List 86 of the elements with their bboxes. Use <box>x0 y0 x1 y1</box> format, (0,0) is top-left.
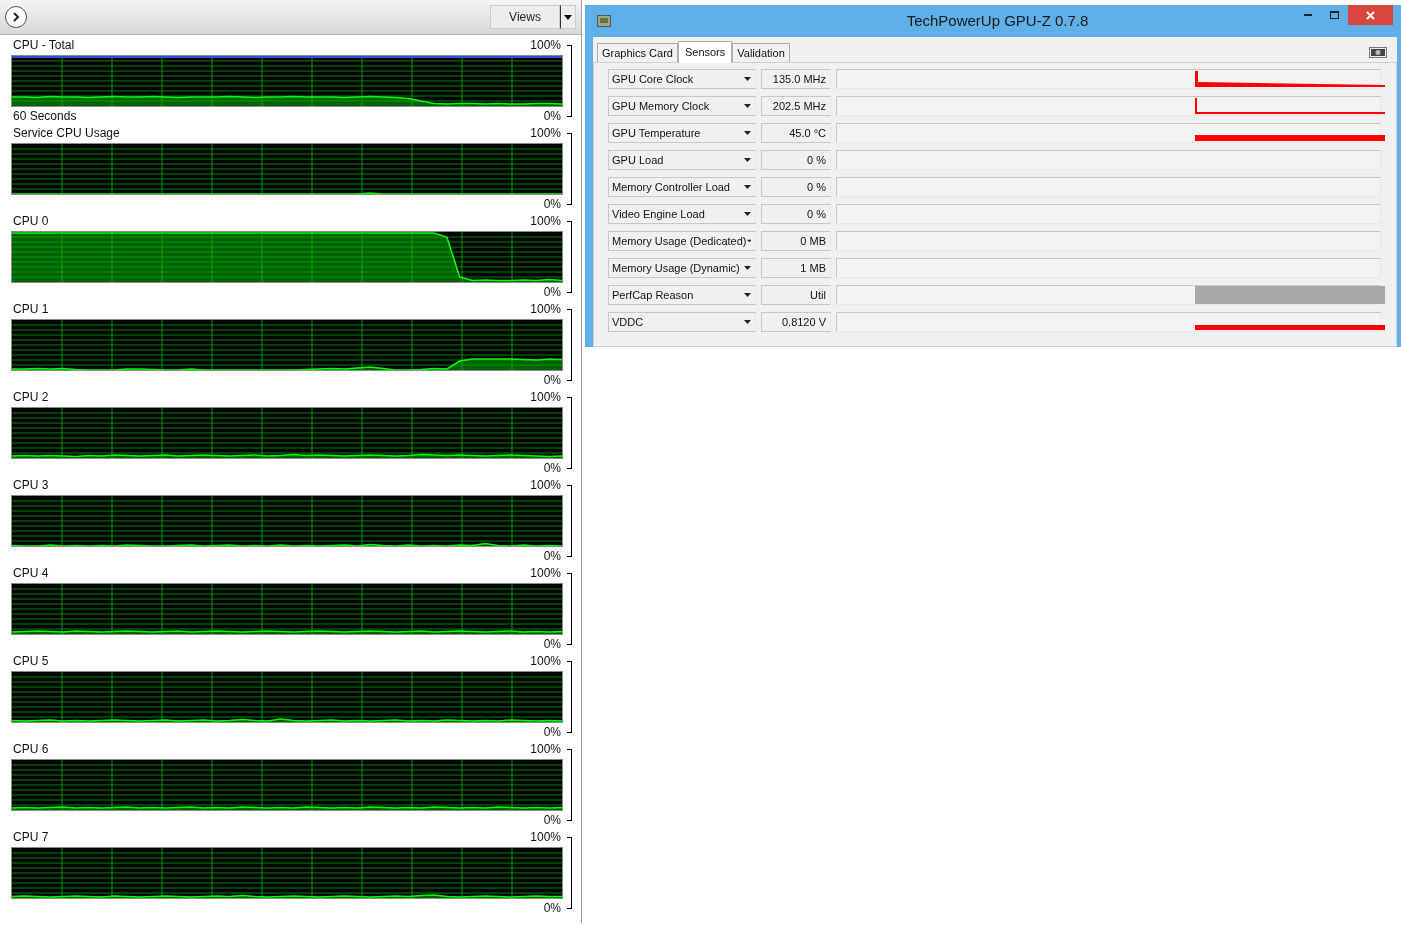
axis-bracket <box>567 837 572 909</box>
axis-max-label: 100% <box>530 38 561 52</box>
sensor-value: 0 % <box>761 204 831 224</box>
axis-max-label: 100% <box>530 478 561 492</box>
axis-min-label: 0% <box>543 109 561 123</box>
sensor-value: 202.5 MHz <box>761 96 831 116</box>
caret-icon <box>744 266 751 270</box>
sensor-dropdown[interactable]: GPU Core Clock <box>608 69 756 89</box>
graph-title: CPU 7 <box>13 830 49 844</box>
axis-max-label: 100% <box>530 126 561 140</box>
caret-icon <box>744 158 751 162</box>
time-span-label: 60 Seconds <box>13 109 77 123</box>
axis-max-label: 100% <box>530 566 561 580</box>
views-button[interactable]: Views <box>490 5 560 29</box>
axis-max-label: 100% <box>530 302 561 316</box>
axis-bracket <box>567 45 572 117</box>
sensor-dropdown[interactable]: GPU Memory Clock <box>608 96 756 116</box>
sensor-value: 0 MB <box>761 231 831 251</box>
graph-title: Service CPU Usage <box>13 126 120 140</box>
axis-max-label: 100% <box>530 390 561 404</box>
axis-bracket <box>567 133 572 205</box>
sensor-dropdown[interactable]: GPU Load <box>608 150 756 170</box>
caret-icon <box>746 239 751 243</box>
tab[interactable]: Validation <box>732 43 790 62</box>
graph-title: CPU 4 <box>13 566 49 580</box>
minimize-icon <box>1303 14 1312 16</box>
close-icon <box>1366 10 1375 20</box>
sensor-dropdown[interactable]: Video Engine Load <box>608 204 756 224</box>
axis-max-label: 100% <box>530 654 561 668</box>
sensor-value: 0 % <box>761 150 831 170</box>
axis-bracket <box>567 221 572 293</box>
axis-min-label: 0% <box>543 725 561 739</box>
sensor-dropdown[interactable]: GPU Temperature <box>608 123 756 143</box>
axis-bracket <box>567 397 572 469</box>
sensor-dropdown[interactable]: Memory Controller Load <box>608 177 756 197</box>
graph-title: CPU - Total <box>13 38 75 52</box>
maximize-icon <box>1330 11 1339 19</box>
caret-icon <box>744 131 751 135</box>
caret-icon <box>744 77 751 81</box>
caret-icon <box>744 104 751 108</box>
app-icon <box>597 15 611 27</box>
graph-title: CPU 1 <box>13 302 49 316</box>
tab[interactable]: Sensors <box>677 41 733 63</box>
expand-button[interactable] <box>5 6 27 28</box>
axis-min-label: 0% <box>543 197 561 211</box>
axis-min-label: 0% <box>543 813 561 827</box>
sensor-dropdown[interactable]: PerfCap Reason <box>608 285 756 305</box>
sensor-value: 45.0 °C <box>761 123 831 143</box>
sensor-dropdown[interactable]: Memory Usage (Dynamic) <box>608 258 756 278</box>
camera-icon[interactable] <box>1369 47 1387 58</box>
axis-min-label: 0% <box>543 373 561 387</box>
sensor-dropdown[interactable]: Memory Usage (Dedicated) <box>608 231 756 251</box>
graph-title: CPU 2 <box>13 390 49 404</box>
axis-max-label: 100% <box>530 214 561 228</box>
axis-bracket <box>567 661 572 733</box>
axis-bracket <box>567 309 572 381</box>
sensor-value: 135.0 MHz <box>761 69 831 89</box>
axis-bracket <box>567 573 572 645</box>
chevron-right-icon <box>11 12 21 22</box>
sensor-value: 0.8120 V <box>761 312 831 332</box>
axis-min-label: 0% <box>543 901 561 915</box>
views-dropdown-button[interactable] <box>560 5 576 29</box>
sensor-value: 0 % <box>761 177 831 197</box>
sensor-value: Util <box>761 285 831 305</box>
axis-bracket <box>567 485 572 557</box>
axis-bracket <box>567 749 572 821</box>
caret-icon <box>744 320 751 324</box>
caret-icon <box>564 14 572 20</box>
axis-min-label: 0% <box>543 549 561 563</box>
axis-min-label: 0% <box>543 285 561 299</box>
graph-title: CPU 3 <box>13 478 49 492</box>
axis-max-label: 100% <box>530 742 561 756</box>
caret-icon <box>744 293 751 297</box>
axis-min-label: 0% <box>543 461 561 475</box>
caret-icon <box>744 185 751 189</box>
axis-min-label: 0% <box>543 637 561 651</box>
axis-max-label: 100% <box>530 830 561 844</box>
graph-title: CPU 0 <box>13 214 49 228</box>
sensor-dropdown[interactable]: VDDC <box>608 312 756 332</box>
close-button[interactable] <box>1348 5 1393 25</box>
caret-icon <box>744 212 751 216</box>
tab[interactable]: Graphics Card <box>597 43 678 62</box>
graph-title: CPU 6 <box>13 742 49 756</box>
window-title: TechPowerUp GPU-Z 0.7.8 <box>906 10 1089 31</box>
graph-title: CPU 5 <box>13 654 49 668</box>
sensor-value: 1 MB <box>761 258 831 278</box>
